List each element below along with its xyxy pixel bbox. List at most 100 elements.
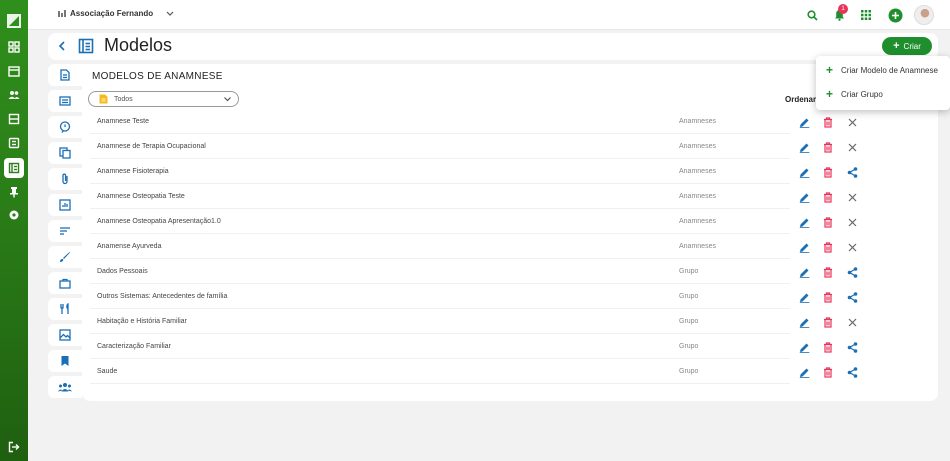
close-icon[interactable]: [845, 240, 859, 254]
logout-icon[interactable]: [6, 439, 22, 455]
models-icon[interactable]: [6, 160, 22, 176]
edit-pencil-icon[interactable]: [797, 315, 811, 329]
close-icon[interactable]: [845, 190, 859, 204]
tab-bookmarks[interactable]: [48, 350, 82, 372]
table-row[interactable]: Anamnese Osteopatia Apresentação1.0 Anamn…: [90, 211, 790, 234]
edit-pencil-icon[interactable]: [797, 265, 811, 279]
delete-trash-icon[interactable]: [821, 190, 835, 204]
edit-pencil-icon[interactable]: [797, 240, 811, 254]
organization-selector[interactable]: Associação Fernando: [58, 9, 175, 18]
close-icon[interactable]: [845, 115, 859, 129]
table-row[interactable]: Caracterização Familiar Grupo: [90, 336, 790, 359]
edit-pencil-icon[interactable]: [797, 190, 811, 204]
document-icon: [60, 69, 70, 81]
delete-trash-icon[interactable]: [821, 265, 835, 279]
delete-trash-icon[interactable]: [821, 290, 835, 304]
menu-item-label: Criar Grupo: [841, 89, 883, 99]
edit-pencil-icon[interactable]: [797, 115, 811, 129]
tab-reports[interactable]: [48, 194, 82, 216]
delete-trash-icon[interactable]: [821, 115, 835, 129]
delete-trash-icon[interactable]: [821, 340, 835, 354]
share-icon[interactable]: [845, 165, 859, 179]
avatar[interactable]: [914, 5, 934, 25]
tab-nutrition[interactable]: [48, 298, 82, 320]
tab-drawings[interactable]: [48, 246, 82, 268]
model-name: Anamnese Fisioterapia: [97, 168, 169, 175]
users-icon[interactable]: [6, 87, 22, 103]
share-icon[interactable]: [845, 265, 859, 279]
table-row[interactable]: Habitação e História Familiar Grupo: [90, 311, 790, 334]
table-row[interactable]: Anamense Ayurveda Anamneses: [90, 236, 790, 259]
search-icon[interactable]: [805, 8, 819, 22]
tab-evaluations[interactable]: [48, 90, 82, 112]
share-icon[interactable]: [845, 290, 859, 304]
model-type: Anamneses: [679, 118, 716, 125]
table-row[interactable]: Anamnese Teste Anamneses: [90, 111, 790, 134]
model-type: Anamneses: [679, 168, 716, 175]
chevron-down-icon: [224, 97, 231, 102]
table-row[interactable]: Anamnese Osteopatia Teste Anamneses: [90, 186, 790, 209]
records-icon[interactable]: [6, 111, 22, 127]
delete-trash-icon[interactable]: [821, 215, 835, 229]
tab-images[interactable]: [48, 324, 82, 346]
settings-icon[interactable]: [6, 207, 22, 223]
apps-grid-icon[interactable]: [859, 8, 873, 22]
filter-select[interactable]: Todos: [88, 91, 239, 107]
models-panel: MODELOS DE ANAMNESE Todos Ordenar Anamne…: [82, 64, 938, 401]
close-icon[interactable]: [845, 315, 859, 329]
tab-anamnesis[interactable]: [48, 64, 82, 86]
add-circle-icon[interactable]: [887, 7, 903, 23]
calendar-icon[interactable]: [6, 63, 22, 79]
edit-pencil-icon[interactable]: [797, 165, 811, 179]
model-name: Anamnese Teste: [97, 118, 150, 125]
notification-badge: 1: [838, 4, 848, 14]
tab-lists[interactable]: [48, 220, 82, 242]
plus-icon: +: [893, 40, 900, 52]
edit-pencil-icon[interactable]: [797, 140, 811, 154]
back-chevron-icon[interactable]: [58, 41, 66, 51]
edit-pencil-icon[interactable]: [797, 340, 811, 354]
create-button[interactable]: + Criar: [882, 37, 932, 55]
tab-documents[interactable]: [48, 142, 82, 164]
menu-item-label: Criar Modelo de Anamnese: [841, 65, 938, 75]
tab-services[interactable]: [48, 272, 82, 294]
organization-icon: [58, 9, 66, 17]
close-icon[interactable]: [845, 140, 859, 154]
share-icon[interactable]: [845, 365, 859, 379]
table-row[interactable]: Outros Sistemas: Antecedentes de família…: [90, 286, 790, 309]
model-type: Anamneses: [679, 143, 716, 150]
table-row[interactable]: Anamnese de Terapia Ocupacional Anamneses: [90, 136, 790, 159]
delete-trash-icon[interactable]: [821, 365, 835, 379]
edit-pencil-icon[interactable]: [797, 290, 811, 304]
table-row[interactable]: Dados Pessoais Grupo: [90, 261, 790, 284]
pin-icon[interactable]: [6, 184, 22, 200]
edit-pencil-icon[interactable]: [797, 215, 811, 229]
table-row[interactable]: Anamnese Fisioterapia Anamneses: [90, 161, 790, 184]
close-icon[interactable]: [845, 215, 859, 229]
share-icon[interactable]: [845, 340, 859, 354]
tab-attachments[interactable]: [48, 168, 82, 190]
briefcase-icon: [59, 278, 71, 289]
menu-item-create-group[interactable]: + Criar Grupo: [816, 82, 950, 106]
model-type: Grupo: [679, 343, 699, 350]
row-divider: [90, 383, 790, 384]
tab-groups[interactable]: [48, 376, 82, 398]
menu-item-create-anamnesis-model[interactable]: + Criar Modelo de Anamnese: [816, 58, 950, 82]
model-name: Anamnese Osteopatia Apresentação1.0: [97, 218, 221, 225]
delete-trash-icon[interactable]: [821, 315, 835, 329]
billing-icon[interactable]: [6, 135, 22, 151]
edit-pencil-icon[interactable]: [797, 365, 811, 379]
create-dropdown-menu: + Criar Modelo de Anamnese + Criar Grupo: [816, 56, 950, 110]
table-row[interactable]: Saude Grupo: [90, 361, 790, 384]
dashboard-icon[interactable]: [6, 39, 22, 55]
model-name: Habitação e História Familiar: [97, 318, 187, 325]
delete-trash-icon[interactable]: [821, 140, 835, 154]
model-name: Saude: [97, 368, 118, 375]
app-logo-icon[interactable]: [6, 13, 22, 29]
row-divider: [90, 133, 790, 134]
delete-trash-icon[interactable]: [821, 240, 835, 254]
tab-consultations[interactable]: [48, 116, 82, 138]
bookmark-icon: [61, 356, 69, 366]
delete-trash-icon[interactable]: [821, 165, 835, 179]
sort-lines-icon: [60, 227, 70, 235]
